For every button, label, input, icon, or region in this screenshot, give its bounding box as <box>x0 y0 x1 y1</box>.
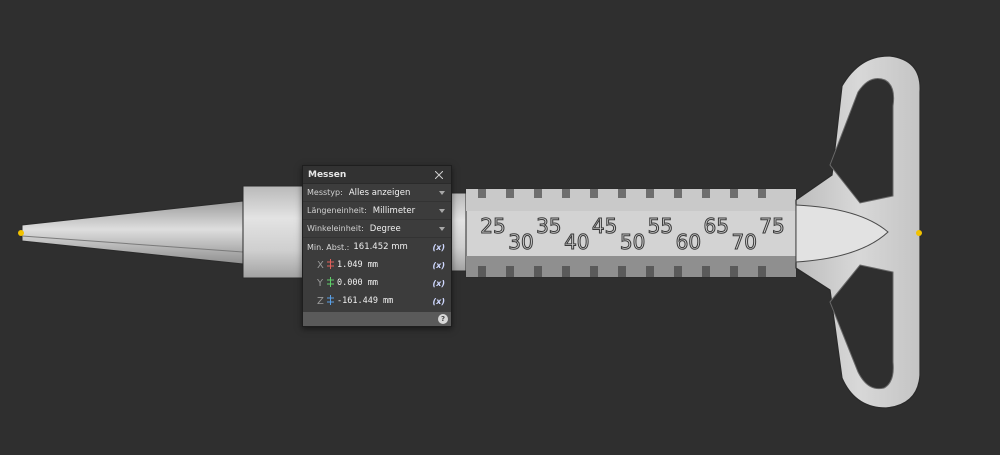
angle-unit-row: Winkeleinheit: Degree <box>303 220 451 238</box>
measure-panel-header[interactable]: Messen <box>303 166 451 184</box>
min-distance-label: Min. Abst.: <box>307 242 350 252</box>
measure-panel-footer: ? <box>303 312 451 326</box>
angle-unit-label: Winkeleinheit: <box>307 224 364 233</box>
scale-label: 60 <box>676 230 701 254</box>
min-distance-row: Min. Abst.: 161.452 mm (x) <box>303 238 451 256</box>
chevron-down-icon <box>439 208 445 213</box>
scale-label: 35 <box>536 214 561 238</box>
chevron-down-icon <box>439 190 445 195</box>
measure-type-label: Messtyp: <box>307 188 343 197</box>
scale-tick-bottom <box>702 266 710 277</box>
measure-point-start[interactable] <box>18 230 24 236</box>
angle-unit-value: Degree <box>369 223 401 234</box>
scale-tick-top <box>674 189 682 198</box>
3d-viewport[interactable]: 25 35 45 55 65 75 30 40 50 60 70 <box>0 0 1000 455</box>
scale-tick-top <box>534 189 542 198</box>
collar[interactable] <box>242 185 304 279</box>
scale-label: 30 <box>508 230 533 254</box>
x-delta-value: 1.049 mm <box>337 260 378 270</box>
measure-point-end[interactable] <box>916 230 922 236</box>
measure-type-value: Alles anzeigen <box>348 187 411 198</box>
scale-tick-bottom <box>618 266 626 277</box>
scale-tick-bottom <box>646 266 654 277</box>
scale-label: 70 <box>731 230 756 254</box>
y-delta-value: 0.000 mm <box>337 278 378 288</box>
z-axis-label: Z <box>317 295 324 307</box>
scale-bottom-band <box>466 256 796 277</box>
help-icon[interactable]: ? <box>438 314 448 324</box>
scale-tick-top <box>730 189 738 198</box>
length-unit-value: Millimeter <box>372 205 416 216</box>
length-unit-label: Längeneinheit: <box>307 206 367 215</box>
min-distance-value: 161.452 mm <box>353 242 408 252</box>
copy-expression-button[interactable]: (x) <box>430 296 448 307</box>
scale-top-band <box>466 189 796 211</box>
y-delta-row: Y 0.000 mm (x) <box>303 274 451 292</box>
x-axis-label: X <box>317 259 324 271</box>
scale-label: 45 <box>592 214 617 238</box>
z-delta-value: -161.449 mm <box>337 296 394 306</box>
close-icon[interactable] <box>432 168 446 182</box>
copy-expression-button[interactable]: (x) <box>430 242 448 253</box>
measure-type-dropdown[interactable]: Alles anzeigen <box>347 186 448 200</box>
scale-label: 25 <box>480 214 505 238</box>
z-delta-row: Z -161.449 mm (x) <box>303 292 451 310</box>
scale-tick-top <box>702 189 710 198</box>
z-delta-icon <box>326 294 335 308</box>
scale-tick-bottom <box>758 266 766 277</box>
x-delta-row: X 1.049 mm (x) <box>303 256 451 274</box>
scale-tick-top <box>506 189 514 198</box>
angle-unit-dropdown[interactable]: Degree <box>368 222 448 236</box>
scale-label: 50 <box>620 230 645 254</box>
scale-tick-bottom <box>674 266 682 277</box>
scale-label: 55 <box>648 214 673 238</box>
scale-tick-bottom <box>730 266 738 277</box>
scale-tick-top <box>590 189 598 198</box>
length-unit-row: Längeneinheit: Millimeter <box>303 202 451 220</box>
scale-tick-top <box>758 189 766 198</box>
x-delta-icon <box>326 258 335 272</box>
tip-cone[interactable] <box>21 200 244 265</box>
copy-expression-button[interactable]: (x) <box>430 278 448 289</box>
length-unit-dropdown[interactable]: Millimeter <box>371 204 448 218</box>
scale-label: 40 <box>564 230 589 254</box>
scale-tick-bottom <box>590 266 598 277</box>
measure-panel[interactable]: Messen Messtyp: Alles anzeigen Längenein… <box>302 165 452 327</box>
scale-tick-bottom <box>506 266 514 277</box>
measure-panel-title: Messen <box>308 169 347 180</box>
scale-tick-top <box>618 189 626 198</box>
y-delta-icon <box>326 276 335 290</box>
chevron-down-icon <box>439 226 445 231</box>
scale-tick-top <box>562 189 570 198</box>
scale-tick-bottom <box>478 266 486 277</box>
y-axis-label: Y <box>317 277 324 289</box>
scale-label: 65 <box>703 214 728 238</box>
scale-tick-top <box>646 189 654 198</box>
copy-expression-button[interactable]: (x) <box>430 260 448 271</box>
scale-tick-top <box>478 189 486 198</box>
scale-label: 75 <box>759 214 784 238</box>
collar-ring <box>449 192 467 272</box>
scale-tick-bottom <box>534 266 542 277</box>
scale-tick-bottom <box>562 266 570 277</box>
measure-type-row: Messtyp: Alles anzeigen <box>303 184 451 202</box>
